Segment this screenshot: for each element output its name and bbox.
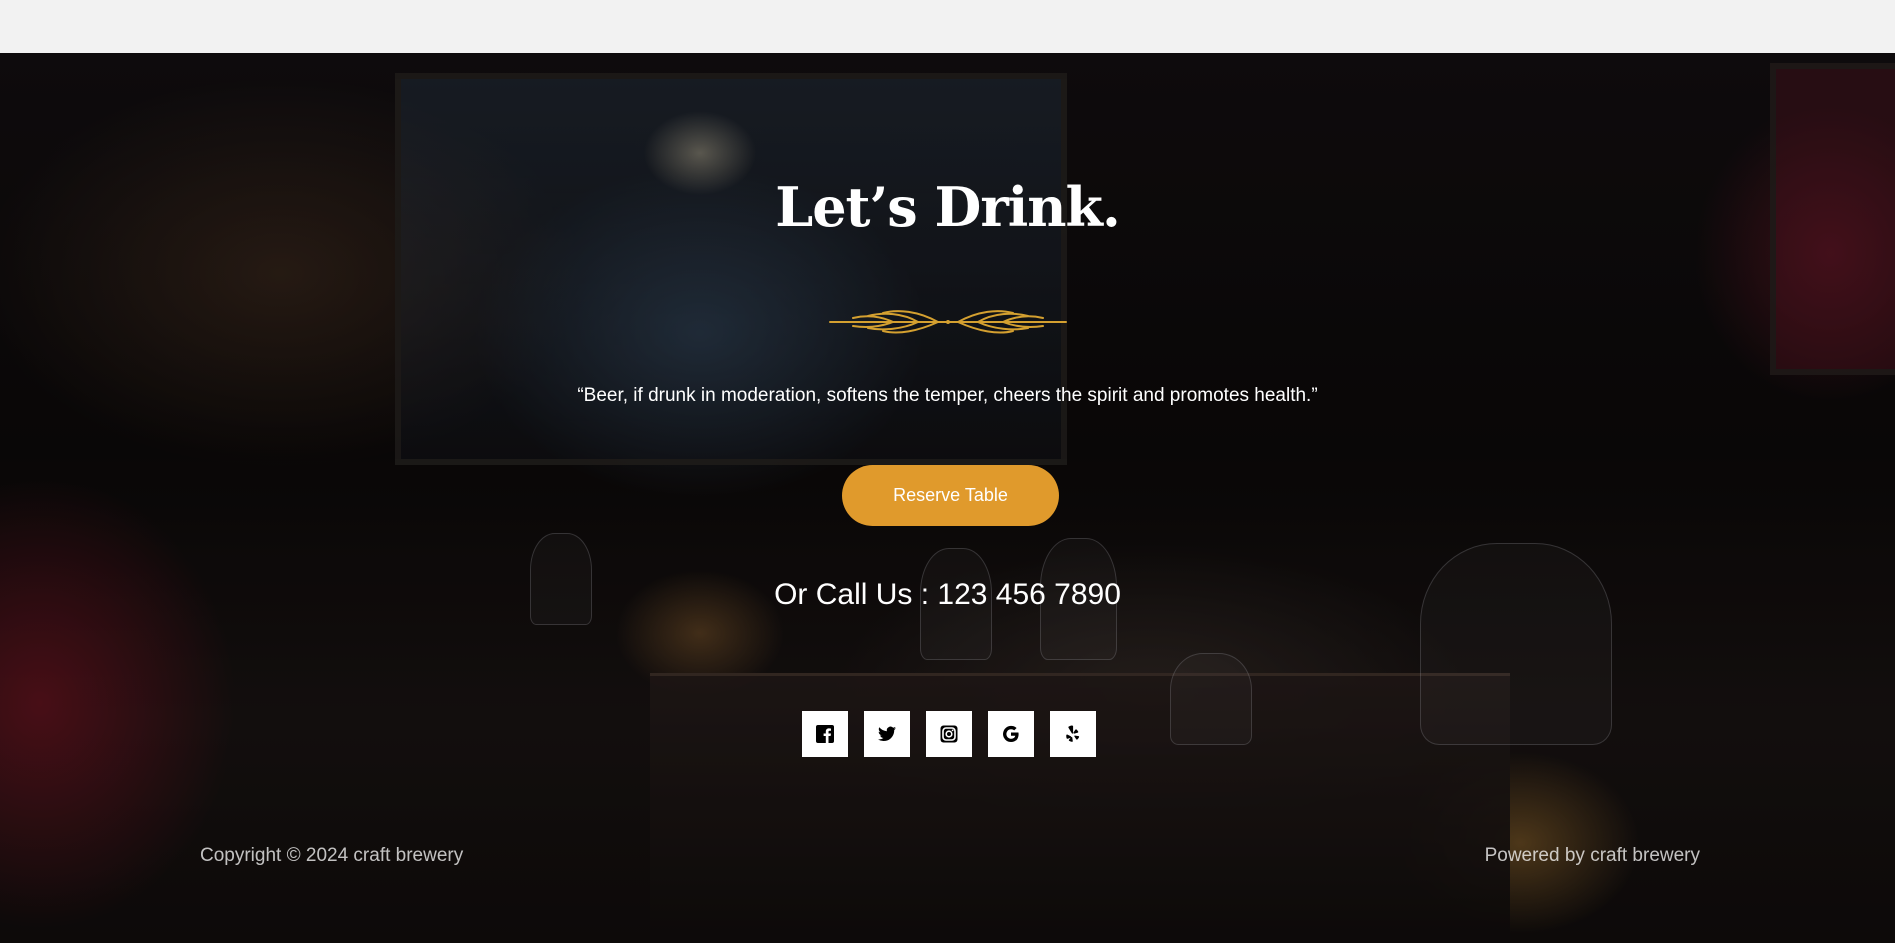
instagram-icon bbox=[940, 725, 958, 743]
hero-content: Let’s Drink. “Beer, if drunk in moderati… bbox=[0, 53, 1895, 943]
page-title: Let’s Drink. bbox=[775, 175, 1121, 239]
powered-by-text: Powered by craft brewery bbox=[1484, 845, 1700, 866]
yelp-link[interactable] bbox=[1050, 711, 1096, 757]
instagram-link[interactable] bbox=[926, 711, 972, 757]
wheat-divider-icon bbox=[829, 310, 1067, 334]
google-link[interactable] bbox=[988, 711, 1034, 757]
top-bar bbox=[0, 0, 1895, 53]
twitter-link[interactable] bbox=[864, 711, 910, 757]
facebook-link[interactable] bbox=[802, 711, 848, 757]
copyright-text: Copyright © 2024 craft brewery bbox=[200, 845, 464, 866]
hero-section: Let’s Drink. “Beer, if drunk in moderati… bbox=[0, 53, 1895, 943]
twitter-icon bbox=[878, 726, 896, 742]
google-icon bbox=[1003, 725, 1019, 742]
social-links bbox=[802, 711, 1098, 757]
yelp-icon bbox=[1066, 725, 1080, 742]
hero-quote: “Beer, if drunk in moderation, softens t… bbox=[577, 385, 1318, 406]
call-us-text: Or Call Us : 123 456 7890 bbox=[774, 578, 1121, 611]
facebook-icon bbox=[816, 725, 834, 743]
reserve-table-button[interactable]: Reserve Table bbox=[842, 465, 1059, 526]
